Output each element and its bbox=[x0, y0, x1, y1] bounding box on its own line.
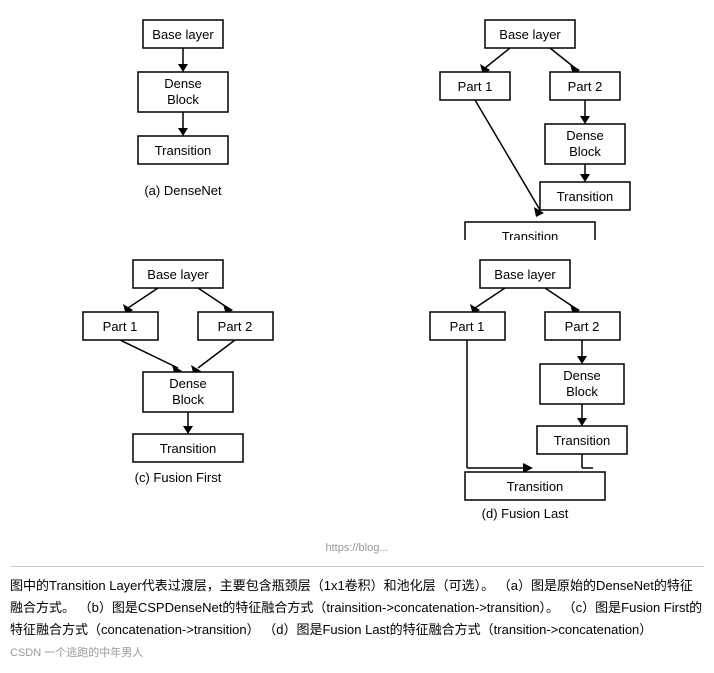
svg-text:Part 2: Part 2 bbox=[568, 79, 603, 94]
svg-text:(a) DenseNet: (a) DenseNet bbox=[145, 183, 223, 198]
svg-text:Dense: Dense bbox=[564, 368, 602, 383]
svg-text:(d) Fusion Last: (d) Fusion Last bbox=[482, 506, 569, 521]
svg-text:Transition: Transition bbox=[155, 143, 212, 158]
svg-text:Transition: Transition bbox=[502, 229, 559, 240]
svg-text:Base layer: Base layer bbox=[153, 27, 215, 42]
svg-text:Part 2: Part 2 bbox=[565, 319, 600, 334]
svg-text:Part 1: Part 1 bbox=[103, 319, 138, 334]
svg-text:Dense: Dense bbox=[567, 128, 605, 143]
diagram-b: Base layer Part 1 Part 2 Dense bbox=[364, 10, 697, 240]
svg-text:Transition: Transition bbox=[507, 479, 564, 494]
diagram-c: Base layer Part 1 Part 2 bbox=[17, 250, 350, 530]
svg-text:Base layer: Base layer bbox=[148, 267, 210, 282]
fusion-first-svg: Base layer Part 1 Part 2 bbox=[68, 250, 298, 500]
svg-text:Transition: Transition bbox=[554, 433, 611, 448]
cspdensenet-svg: Base layer Part 1 Part 2 Dense bbox=[420, 10, 640, 240]
svg-text:Block: Block bbox=[567, 384, 599, 399]
svg-text:Block: Block bbox=[168, 92, 200, 107]
svg-text:Dense: Dense bbox=[165, 76, 203, 91]
diagram-area: Base layer Dense Block Transition (a) De… bbox=[10, 10, 704, 663]
description-text: 图中的Transition Layer代表过渡层，主要包含瓶颈层（1x1卷积）和… bbox=[10, 578, 702, 637]
svg-text:Block: Block bbox=[570, 144, 602, 159]
svg-text:(c) Fusion First: (c) Fusion First bbox=[135, 470, 222, 485]
svg-text:Part 1: Part 1 bbox=[450, 319, 485, 334]
densenet-svg: Base layer Dense Block Transition (a) De… bbox=[103, 10, 263, 220]
fusion-last-svg: Base layer Part 1 Part 2 Dense Block bbox=[415, 250, 645, 530]
bottom-diagrams-row: Base layer Part 1 Part 2 bbox=[10, 250, 704, 530]
svg-text:Block: Block bbox=[173, 392, 205, 407]
svg-text:Part 2: Part 2 bbox=[218, 319, 253, 334]
svg-text:Transition: Transition bbox=[160, 441, 217, 456]
svg-text:Dense: Dense bbox=[170, 376, 208, 391]
svg-text:Base layer: Base layer bbox=[500, 27, 562, 42]
blog-url-text: https://blog... bbox=[326, 542, 389, 554]
watermark-text: CSDN 一个逃跑的中年男人 bbox=[10, 647, 143, 659]
top-diagrams-row: Base layer Dense Block Transition (a) De… bbox=[10, 10, 704, 240]
description-area: 图中的Transition Layer代表过渡层，主要包含瓶颈层（1x1卷积）和… bbox=[10, 566, 704, 663]
diagram-a: Base layer Dense Block Transition (a) De… bbox=[17, 10, 350, 240]
svg-text:Part 1: Part 1 bbox=[458, 79, 493, 94]
diagram-d: Base layer Part 1 Part 2 Dense Block bbox=[364, 250, 697, 530]
watermark-url: https://blog... bbox=[10, 542, 704, 554]
svg-text:Base layer: Base layer bbox=[495, 267, 557, 282]
svg-text:Transition: Transition bbox=[557, 189, 614, 204]
